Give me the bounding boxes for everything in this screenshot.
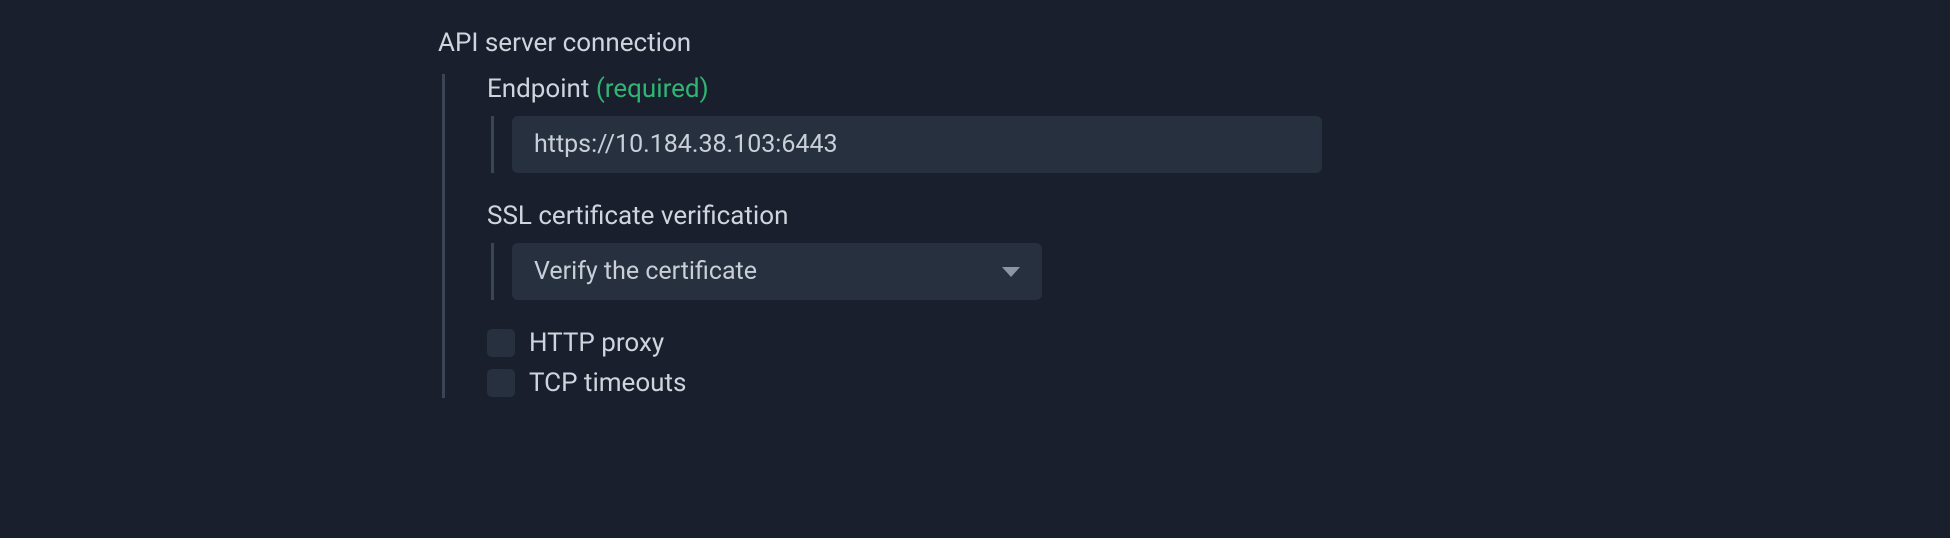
- ssl-select-value: Verify the certificate: [534, 257, 757, 286]
- ssl-select-wrap: Verify the certificate: [512, 243, 1042, 300]
- section-title: API server connection: [438, 28, 1950, 58]
- chevron-down-icon: [1002, 267, 1020, 277]
- endpoint-input-wrap: [491, 116, 1950, 173]
- http-proxy-row: HTTP proxy: [487, 328, 1950, 358]
- ssl-select[interactable]: Verify the certificate: [512, 243, 1042, 300]
- endpoint-label: Endpoint (required): [487, 74, 1950, 104]
- tcp-timeouts-checkbox[interactable]: [487, 369, 515, 397]
- endpoint-input[interactable]: [512, 116, 1322, 173]
- ssl-input-wrap: Verify the certificate: [491, 243, 1950, 300]
- ssl-label: SSL certificate verification: [487, 201, 1950, 231]
- endpoint-label-text: Endpoint: [487, 74, 589, 104]
- endpoint-field-group: Endpoint (required): [487, 74, 1950, 173]
- tcp-timeouts-row: TCP timeouts: [487, 368, 1950, 398]
- api-server-connection-section: API server connection Endpoint (required…: [438, 28, 1950, 398]
- ssl-field-group: SSL certificate verification Verify the …: [487, 201, 1950, 300]
- tcp-timeouts-label[interactable]: TCP timeouts: [529, 368, 686, 398]
- http-proxy-label[interactable]: HTTP proxy: [529, 328, 664, 358]
- http-proxy-checkbox[interactable]: [487, 329, 515, 357]
- required-tag: (required): [596, 74, 709, 104]
- section-body: Endpoint (required) SSL certificate veri…: [442, 74, 1950, 398]
